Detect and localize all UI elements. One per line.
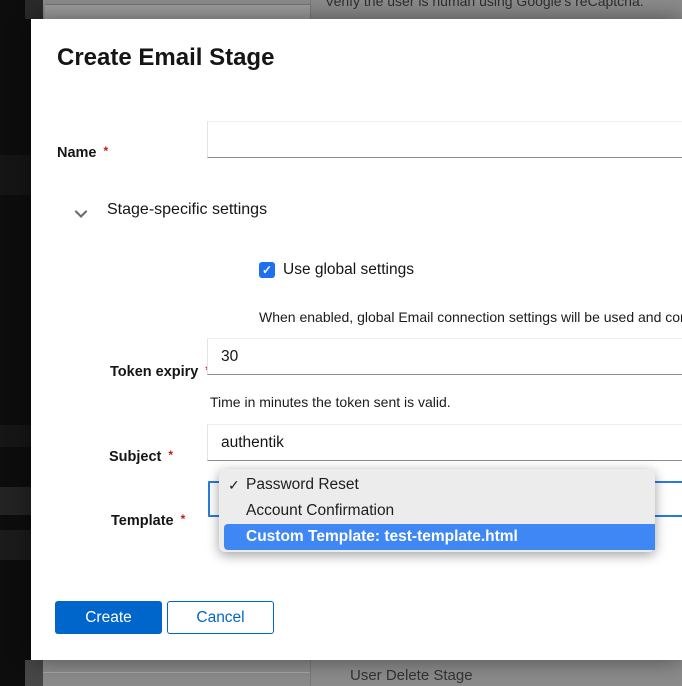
- background-column-divider: [310, 0, 311, 19]
- required-asterisk: *: [168, 448, 173, 462]
- subject-label: Subject*: [109, 449, 173, 465]
- background-cell-border: [43, 672, 310, 673]
- background-column-divider: [310, 660, 311, 686]
- subject-input[interactable]: [207, 424, 682, 461]
- check-icon: ✓: [262, 264, 272, 276]
- menu-item-custom-template[interactable]: Custom Template: test-template.html: [224, 524, 655, 550]
- app-sidebar-dimmed: [0, 0, 31, 686]
- create-button[interactable]: Create: [55, 601, 162, 634]
- token-expiry-label: Token expiry*: [110, 364, 210, 380]
- menu-item-account-confirmation[interactable]: Account Confirmation: [219, 498, 655, 524]
- use-global-settings-row: ✓ Use global settings: [259, 261, 414, 279]
- create-email-stage-modal: Create Email Stage Name* Stage-specific …: [31, 19, 682, 660]
- background-table-cell: [45, 4, 310, 19]
- selected-check-icon: ✓: [228, 477, 240, 494]
- cancel-button[interactable]: Cancel: [167, 601, 274, 634]
- token-expiry-help: Time in minutes the token sent is valid.: [210, 394, 451, 410]
- menu-item-password-reset[interactable]: ✓ Password Reset: [219, 472, 655, 498]
- background-stage-type-text: User Delete Stage: [350, 667, 473, 684]
- section-toggle-label: Stage-specific settings: [107, 201, 267, 219]
- background-row-description: Verify the user is human using Google's …: [325, 0, 644, 9]
- use-global-settings-help: When enabled, global Email connection se…: [259, 309, 682, 325]
- template-dropdown-menu: ✓ Password Reset Account Confirmation Cu…: [219, 469, 655, 552]
- use-global-settings-label[interactable]: Use global settings: [283, 261, 414, 279]
- modal-title: Create Email Stage: [57, 44, 274, 72]
- template-label: Template*: [111, 513, 185, 529]
- required-asterisk: *: [181, 512, 186, 526]
- name-label: Name*: [57, 145, 108, 161]
- page-edge-dimmed: [25, 660, 43, 686]
- stage-specific-settings-toggle[interactable]: Stage-specific settings: [74, 199, 267, 221]
- background-table-row-bottom: User Delete Stage: [43, 660, 682, 686]
- sidebar-item-dimmed: [0, 425, 31, 447]
- token-expiry-input[interactable]: [207, 338, 682, 375]
- sidebar-item-dimmed: [0, 487, 31, 515]
- background-table-row-top: Verify the user is human using Google's …: [43, 0, 682, 19]
- sidebar-item-dimmed: [0, 155, 31, 195]
- required-asterisk: *: [104, 144, 109, 158]
- sidebar-item-dimmed: [0, 530, 31, 560]
- use-global-settings-checkbox[interactable]: ✓: [259, 262, 275, 278]
- name-input[interactable]: [207, 121, 682, 158]
- page-edge-dimmed: [25, 0, 43, 19]
- chevron-down-icon: [74, 206, 88, 215]
